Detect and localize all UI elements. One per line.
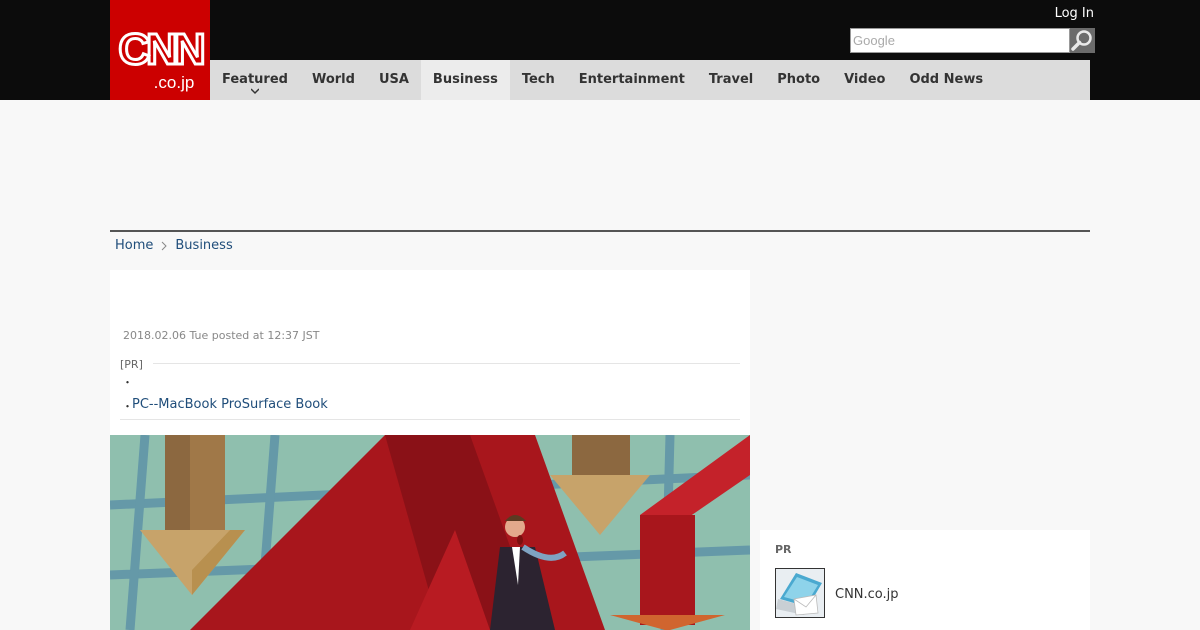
pr-label: [PR] <box>120 358 143 371</box>
nav-video[interactable]: Video <box>832 60 897 100</box>
nav-tech[interactable]: Tech <box>510 60 567 100</box>
main-nav: Featured World USA Business Tech Enterta… <box>210 60 1090 100</box>
pr-divider <box>120 419 740 420</box>
nav-usa[interactable]: USA <box>367 60 421 100</box>
laptop-mail-icon <box>776 569 824 617</box>
nav-entertainment[interactable]: Entertainment <box>567 60 697 100</box>
sidebar-pr-link[interactable]: CNN.co.jp <box>835 587 899 602</box>
nav-featured[interactable]: Featured <box>210 60 300 100</box>
falling-market-illustration <box>110 435 750 630</box>
article-card: 2018.02.06 Tue posted at 12:37 JST [PR] … <box>110 270 750 435</box>
breadcrumb-home[interactable]: Home <box>115 238 153 253</box>
cnn-logo-mark: CNN .co.jp <box>117 24 209 93</box>
login-link[interactable]: Log In <box>1055 6 1094 21</box>
article-hero-image <box>110 435 750 630</box>
nav-travel[interactable]: Travel <box>697 60 765 100</box>
search-button[interactable] <box>1070 28 1095 53</box>
article-date: 2018.02.06 Tue posted at 12:37 JST <box>123 329 320 342</box>
pr-thumbnail[interactable] <box>775 568 825 618</box>
nav-business[interactable]: Business <box>420 60 510 100</box>
pr-link[interactable]: PC--MacBook ProSurface Book <box>132 397 328 412</box>
svg-text:.co.jp: .co.jp <box>154 73 195 92</box>
search-input[interactable]: Google <box>850 28 1070 53</box>
chevron-right-icon <box>162 241 168 250</box>
search-icon <box>1071 30 1092 51</box>
breadcrumb-divider <box>110 230 1090 232</box>
top-bar: CNN .co.jp Log In Google Featured World … <box>0 0 1200 100</box>
breadcrumb: Home Business <box>115 238 233 253</box>
cnn-logo[interactable]: CNN .co.jp <box>110 0 210 100</box>
nav-photo[interactable]: Photo <box>765 60 832 100</box>
nav-odd-news[interactable]: Odd News <box>897 60 995 100</box>
svg-text:CNN: CNN <box>118 25 203 74</box>
nav-label: Featured <box>222 72 288 87</box>
chevron-down-icon <box>250 88 259 95</box>
pr-bullet: ・ <box>122 376 133 389</box>
pr-divider <box>153 363 740 364</box>
nav-world[interactable]: World <box>300 60 367 100</box>
sidebar-pr-label: PR <box>775 543 792 556</box>
breadcrumb-business[interactable]: Business <box>175 238 232 253</box>
sidebar-pr-box: PR CNN.co.jp <box>760 530 1090 630</box>
